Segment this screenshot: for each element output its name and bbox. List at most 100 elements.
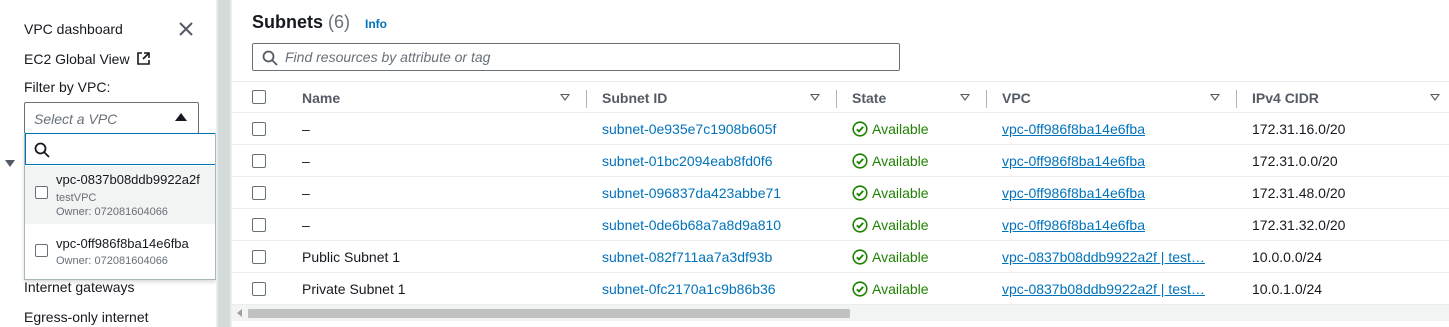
status-ok-icon <box>852 185 868 201</box>
status-ok-icon <box>852 281 868 297</box>
search-icon <box>262 50 278 66</box>
filter-by-vpc-label: Filter by VPC: <box>24 79 111 95</box>
table-row[interactable]: – subnet-096837da423abbe71 Available vpc-0f… <box>232 177 1449 209</box>
table-header: Name Subnet ID State VPC IPv4 CIDR <box>232 81 1449 113</box>
sidebar-item-internet-gateways[interactable]: Internet gateways <box>24 279 135 295</box>
column-divider[interactable] <box>1236 90 1237 108</box>
subnet-id-link[interactable]: subnet-01bc2094eab8fd0f6 <box>602 145 772 177</box>
expand-section-icon[interactable] <box>5 160 15 167</box>
caret-up-icon <box>175 113 187 121</box>
column-header-subnet-id[interactable]: Subnet ID <box>602 82 852 114</box>
column-divider[interactable] <box>586 90 587 108</box>
vpc-link[interactable]: vpc-0ff986f8ba14e6fba <box>1002 209 1145 241</box>
vpc-option-checkbox[interactable] <box>35 244 48 257</box>
row-checkbox[interactable] <box>252 122 266 136</box>
info-link[interactable]: Info <box>365 17 387 31</box>
vpc-option[interactable]: vpc-0ff986f8ba14e6fba Owner: 07208160406… <box>25 226 215 279</box>
subnet-id-link[interactable]: subnet-082f711aa7a3df93b <box>602 241 772 273</box>
sort-icon[interactable] <box>810 94 820 101</box>
vpc-link[interactable]: vpc-0ff986f8ba14e6fba <box>1002 113 1145 145</box>
subnet-state: Available <box>852 145 929 177</box>
status-ok-icon <box>852 249 868 265</box>
column-header-state[interactable]: State <box>852 82 992 114</box>
table-row[interactable]: – subnet-0de6b68a7a8d9a810 Available vpc-0f… <box>232 209 1449 241</box>
sidebar-item-egress-only[interactable]: Egress-only internet <box>24 309 149 325</box>
subnet-name: – <box>302 121 310 137</box>
subnet-state: Available <box>852 209 929 241</box>
vpc-option-id: vpc-0837b08ddb9922a2f <box>56 172 200 187</box>
sidebar-scrollbar[interactable] <box>218 0 230 327</box>
subnet-id-link[interactable]: subnet-0e935e7c1908b605f <box>602 113 776 145</box>
vpc-link[interactable]: vpc-0837b08ddb9922a2f | test… <box>1002 241 1205 273</box>
subnet-state-label: Available <box>872 217 929 233</box>
vpc-option-checkbox[interactable] <box>35 186 48 199</box>
ipv4-cidr: 172.31.48.0/20 <box>1252 185 1346 201</box>
status-ok-icon <box>852 153 868 169</box>
column-header-vpc[interactable]: VPC <box>1002 82 1232 114</box>
subnet-id-link[interactable]: subnet-0fc2170a1c9b86b36 <box>602 273 776 305</box>
sort-icon[interactable] <box>560 94 570 101</box>
sort-icon[interactable] <box>1210 94 1220 101</box>
column-divider[interactable] <box>836 90 837 108</box>
sidebar-resize-handle[interactable] <box>216 0 232 327</box>
vpc-option[interactable]: vpc-0837b08ddb9922a2f testVPC Owner: 072… <box>25 166 215 224</box>
subnet-state-label: Available <box>872 185 929 201</box>
search-input[interactable] <box>285 47 885 67</box>
table-row[interactable]: – subnet-01bc2094eab8fd0f6 Available vpc-0f… <box>232 145 1449 177</box>
page-title: Subnets (6) <box>252 12 350 33</box>
vpc-select[interactable]: Select a VPC <box>24 102 199 134</box>
subnet-name: Public Subnet 1 <box>302 249 401 265</box>
horizontal-scrollbar[interactable] <box>232 305 1449 321</box>
vpc-option-owner: Owner: 072081604066 <box>56 206 168 218</box>
subnet-count: (6) <box>328 12 351 32</box>
ipv4-cidr: 10.0.1.0/24 <box>1252 281 1323 297</box>
subnet-state: Available <box>852 177 929 209</box>
row-checkbox[interactable] <box>252 186 266 200</box>
subnet-state: Available <box>852 113 929 145</box>
subnet-id-link[interactable]: subnet-0de6b68a7a8d9a810 <box>602 209 781 241</box>
column-divider[interactable] <box>986 90 987 108</box>
vpc-dashboard-link[interactable]: VPC dashboard <box>24 21 123 37</box>
resource-search[interactable] <box>252 43 900 71</box>
subnet-state-label: Available <box>872 153 929 169</box>
vpc-option-id: vpc-0ff986f8ba14e6fba <box>56 236 189 251</box>
scroll-left-icon[interactable] <box>237 309 242 317</box>
ipv4-cidr: 172.31.0.0/20 <box>1252 153 1338 169</box>
subnet-state: Available <box>852 273 929 305</box>
ec2-global-view-link[interactable]: EC2 Global View <box>24 51 151 67</box>
ipv4-cidr: 10.0.0.0/24 <box>1252 249 1323 265</box>
page-title-text: Subnets <box>252 12 324 32</box>
subnet-state-label: Available <box>872 281 929 297</box>
scrollbar-thumb[interactable] <box>248 309 850 318</box>
select-all-checkbox[interactable] <box>252 90 266 104</box>
subnet-state: Available <box>852 241 929 273</box>
table-row[interactable]: Private Subnet 1 subnet-0fc2170a1c9b86b36… <box>232 273 1449 305</box>
row-checkbox[interactable] <box>252 250 266 264</box>
status-ok-icon <box>852 217 868 233</box>
column-state-label: State <box>852 90 887 106</box>
ipv4-cidr: 172.31.32.0/20 <box>1252 217 1346 233</box>
vpc-dropdown-search-input[interactable] <box>25 133 215 165</box>
close-icon[interactable] <box>176 19 196 39</box>
navigation-sidebar: VPC dashboard EC2 Global View Filter by … <box>0 0 216 327</box>
column-name-label: Name <box>302 90 341 106</box>
ipv4-cidr: 172.31.16.0/20 <box>1252 121 1346 137</box>
vpc-option-name: testVPC <box>56 192 97 204</box>
subnet-name: – <box>302 217 310 233</box>
status-ok-icon <box>852 121 868 137</box>
row-checkbox[interactable] <box>252 282 266 296</box>
vpc-link[interactable]: vpc-0837b08ddb9922a2f | test… <box>1002 273 1205 305</box>
vpc-link[interactable]: vpc-0ff986f8ba14e6fba <box>1002 177 1145 209</box>
vpc-link[interactable]: vpc-0ff986f8ba14e6fba <box>1002 145 1145 177</box>
subnet-name: Private Subnet 1 <box>302 281 406 297</box>
sort-icon[interactable] <box>1430 94 1440 101</box>
subnet-id-link[interactable]: subnet-096837da423abbe71 <box>602 177 781 209</box>
row-checkbox[interactable] <box>252 218 266 232</box>
table-row[interactable]: Public Subnet 1 subnet-082f711aa7a3df93b A… <box>232 241 1449 273</box>
table-row[interactable]: – subnet-0e935e7c1908b605f Available vpc-0f… <box>232 113 1449 145</box>
column-header-ipv4-cidr[interactable]: IPv4 CIDR <box>1252 82 1447 114</box>
sort-icon[interactable] <box>960 94 970 101</box>
column-header-name[interactable]: Name <box>302 82 582 114</box>
vpc-option-owner: Owner: 072081604066 <box>56 255 168 267</box>
row-checkbox[interactable] <box>252 154 266 168</box>
